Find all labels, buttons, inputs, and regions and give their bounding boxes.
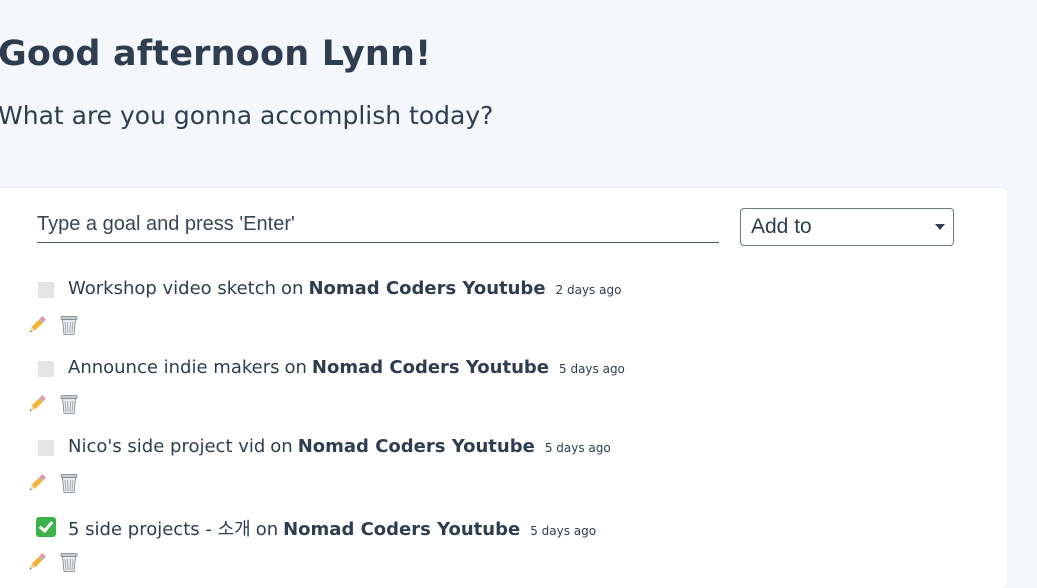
pencil-icon[interactable] xyxy=(26,314,48,336)
todo-checkbox[interactable] xyxy=(38,440,54,456)
todo-timestamp: 5 days ago xyxy=(559,362,625,376)
todo-checkbox[interactable] xyxy=(38,361,54,377)
todo-card: Add to Workshop video sketch on Nomad Co… xyxy=(0,188,1007,588)
todo-on-word: on xyxy=(281,278,304,299)
wastebasket-icon[interactable] xyxy=(58,551,80,573)
todo-timestamp: 5 days ago xyxy=(544,441,611,455)
white-check-mark-icon[interactable] xyxy=(36,517,56,537)
todo-text: 5 side projects - 소개 xyxy=(68,519,251,540)
add-to-select[interactable]: Add to xyxy=(740,208,954,246)
todo-item: Nico's side project vid on Nomad Coders … xyxy=(29,436,611,494)
pencil-icon[interactable] xyxy=(26,393,48,415)
todo-text: Announce indie makers xyxy=(68,357,280,378)
wastebasket-icon[interactable] xyxy=(58,314,80,336)
todo-timestamp: 5 days ago xyxy=(530,524,597,538)
todo-item: Workshop video sketch on Nomad Coders Yo… xyxy=(29,278,622,336)
todo-project: Nomad Coders Youtube xyxy=(311,357,549,378)
greeting-subtitle: What are you gonna accomplish today? xyxy=(0,101,494,130)
todo-project: Nomad Coders Youtube xyxy=(308,278,546,299)
todo-project: Nomad Coders Youtube xyxy=(297,436,535,457)
goal-input[interactable] xyxy=(37,207,719,243)
chevron-down-icon xyxy=(935,224,945,230)
wastebasket-icon[interactable] xyxy=(58,393,80,415)
todo-checkbox[interactable] xyxy=(38,282,54,298)
greeting-heading: Good afternoon Lynn! xyxy=(0,34,432,74)
todo-on-word: on xyxy=(284,357,307,378)
todo-on-word: on xyxy=(270,436,293,457)
todo-text: Workshop video sketch xyxy=(68,278,277,299)
todo-text: Nico's side project vid xyxy=(68,436,266,457)
pencil-icon[interactable] xyxy=(26,551,48,573)
todo-project: Nomad Coders Youtube xyxy=(283,519,521,540)
wastebasket-icon[interactable] xyxy=(58,472,80,494)
todo-item: 5 side projects - 소개 on Nomad Coders You… xyxy=(29,515,597,573)
todo-timestamp: 2 days ago xyxy=(555,283,622,297)
pencil-icon[interactable] xyxy=(26,472,48,494)
todo-item: Announce indie makers on Nomad Coders Yo… xyxy=(29,357,625,415)
add-to-select-label: Add to xyxy=(751,215,812,238)
todo-on-word: on xyxy=(255,519,279,540)
